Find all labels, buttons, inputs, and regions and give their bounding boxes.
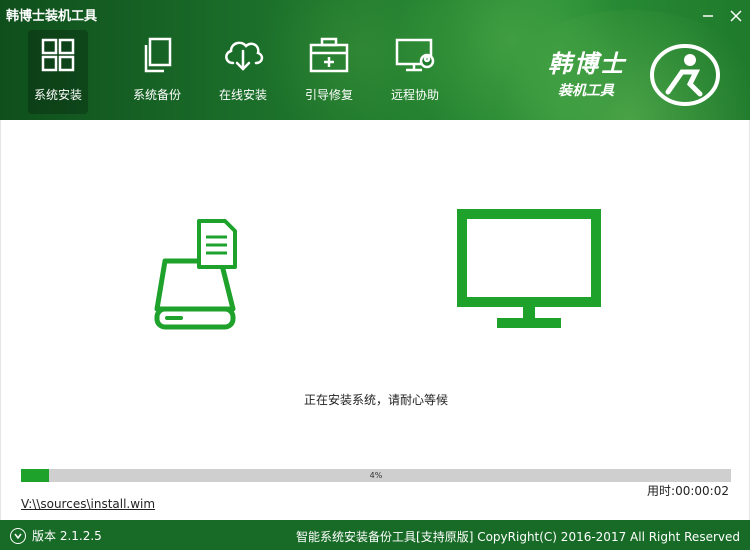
brand-name: 韩博士 — [548, 50, 626, 78]
copy-icon — [144, 37, 172, 73]
nav-label: 系统安装 — [33, 88, 82, 102]
hard-drive-icon — [154, 219, 237, 330]
nav-label: 在线安装 — [218, 88, 267, 102]
main-nav: 系统安装 系统备份 在线安装 引导修复 远程协助 — [28, 30, 458, 114]
window-title: 韩博士装机工具 — [6, 9, 98, 24]
app-header: 韩博士装机工具 系统安装 系统备份 在线安装 引导修复 远程协助 韩博士 装机工… — [0, 0, 750, 120]
install-status-text: 正在安装系统，请耐心等候 — [303, 393, 448, 407]
remote-monitor-icon — [395, 38, 435, 72]
elapsed-time: 用时:00:00:02 — [647, 484, 729, 498]
windows-icon — [41, 38, 75, 72]
nav-item-remote-assist[interactable]: 远程协助 — [372, 30, 458, 114]
install-file-link[interactable]: V:\\sources\install.wim — [21, 497, 155, 511]
nav-label: 引导修复 — [304, 88, 353, 102]
cloud-download-icon — [225, 41, 264, 71]
progress-percent: 4% — [369, 471, 383, 480]
nav-item-system-install[interactable]: 系统安装 — [28, 30, 88, 114]
install-panel: 正在安装系统，请耐心等候 4% 用时:00:00:02 V:\\sources\… — [0, 120, 750, 520]
nav-label: 系统备份 — [132, 88, 181, 102]
minimize-icon — [703, 15, 713, 17]
window-controls — [694, 0, 750, 32]
brand-logo: 韩博士 装机工具 — [548, 44, 626, 99]
install-progress-bar: 4% — [21, 469, 731, 482]
brand-subtitle: 装机工具 — [558, 83, 614, 99]
chevron-down-icon — [10, 527, 26, 544]
close-button[interactable] — [722, 0, 750, 32]
nav-item-system-backup[interactable]: 系统备份 — [114, 30, 200, 114]
brand-mark-icon — [650, 44, 720, 106]
version-info[interactable]: 版本 2.1.2.5 — [10, 527, 102, 544]
copyright-text: 智能系统安装备份工具[支持原版] CopyRight(C) 2016-2017 … — [296, 530, 740, 544]
minimize-button[interactable] — [694, 0, 722, 32]
nav-item-boot-repair[interactable]: 引导修复 — [286, 30, 372, 114]
monitor-icon — [457, 209, 601, 328]
toolbox-icon — [309, 37, 349, 73]
nav-item-online-install[interactable]: 在线安装 — [200, 30, 286, 114]
status-bar: 版本 2.1.2.5 智能系统安装备份工具[支持原版] CopyRight(C)… — [0, 520, 750, 550]
version-label: 版本 2.1.2.5 — [32, 529, 102, 543]
close-icon — [730, 10, 742, 22]
nav-label: 远程协助 — [390, 88, 439, 102]
